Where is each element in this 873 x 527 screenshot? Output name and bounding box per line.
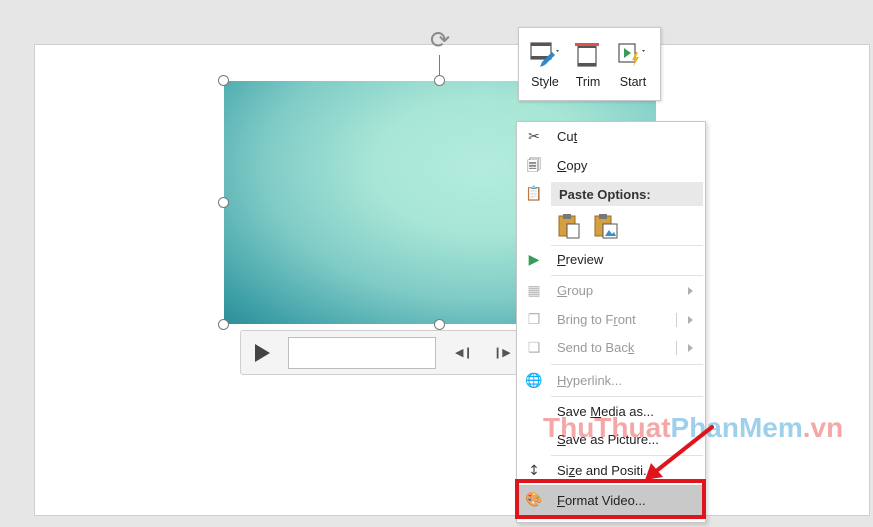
start-label: Start: [619, 75, 647, 89]
submenu-arrow-icon: [688, 287, 693, 295]
menu-item-label: Bring to Front: [557, 312, 636, 327]
menu-item-bring-to-front[interactable]: ❒ Bring to Front: [517, 306, 705, 334]
context-menu: ✂ Cut 🗐 Copy 📋 Paste Options: ▶ Preview …: [516, 121, 706, 523]
group-icon: ▦: [527, 283, 541, 299]
watermark: ThuThuatPhanMem.vn: [543, 412, 844, 443]
highlight-box: [515, 479, 706, 519]
menu-item-label: Send to Back: [557, 340, 635, 355]
menu-item-label: Copy: [557, 158, 588, 173]
menu-separator: [551, 364, 703, 365]
rotate-handle-icon[interactable]: ⟳: [427, 27, 453, 53]
menu-item-label: Size and Positi...: [557, 463, 654, 478]
resize-handle-bottom-left[interactable]: [218, 319, 229, 330]
clipboard-icon: 📋: [525, 186, 543, 202]
trim-label: Trim: [575, 75, 601, 89]
menu-item-hyperlink[interactable]: 🌐 Hyperlink...: [517, 367, 705, 395]
media-player-bar: ◀❙ ❙▶: [240, 330, 530, 375]
menu-item-label: Cut: [557, 129, 578, 144]
menu-separator: [551, 455, 703, 456]
resize-handle-left[interactable]: [218, 197, 229, 208]
trim-button[interactable]: Trim: [567, 34, 609, 96]
paste-options-header: Paste Options:: [551, 182, 703, 206]
paste-as-picture-icon[interactable]: [593, 212, 619, 240]
step-back-icon[interactable]: ◀❙: [455, 346, 473, 359]
menu-item-copy[interactable]: 🗐 Copy: [517, 152, 705, 180]
submenu-arrow-icon[interactable]: [688, 316, 693, 324]
resize-handle-top-left[interactable]: [218, 75, 229, 86]
start-button[interactable]: Start: [612, 34, 654, 96]
menu-separator: [551, 396, 703, 397]
mini-toolbar: Style Trim Start: [518, 27, 661, 101]
start-playback-icon: [618, 43, 645, 67]
bring-to-front-icon: ❒: [527, 312, 541, 328]
hyperlink-icon: 🌐: [525, 373, 543, 389]
video-style-icon: [530, 42, 559, 67]
menu-item-group[interactable]: ▦ Group: [517, 277, 705, 305]
trim-video-icon: [575, 43, 599, 67]
size-position-icon: ↕: [528, 463, 540, 479]
send-to-back-icon: ❑: [527, 340, 541, 356]
menu-item-label: Hyperlink...: [557, 373, 623, 388]
scissors-icon: ✂: [528, 129, 540, 145]
paste-keep-formatting-icon[interactable]: [557, 212, 581, 240]
style-label: Style: [531, 75, 559, 89]
menu-item-cut[interactable]: ✂ Cut: [517, 123, 705, 151]
resize-handle-bottom[interactable]: [434, 319, 445, 330]
submenu-arrow-icon[interactable]: [688, 344, 693, 352]
seek-bar[interactable]: [288, 337, 436, 369]
menu-separator: [551, 275, 703, 276]
play-preview-icon: ▶: [528, 252, 540, 268]
split-divider: [676, 313, 677, 327]
menu-item-label: Preview: [557, 252, 604, 267]
menu-item-preview[interactable]: ▶ Preview: [517, 246, 705, 274]
copy-icon: 🗐: [527, 158, 541, 174]
step-forward-icon[interactable]: ❙▶: [493, 346, 511, 359]
rotation-stem: [439, 55, 440, 77]
menu-item-label: Group: [557, 283, 594, 298]
play-icon[interactable]: [255, 344, 270, 362]
menu-item-send-to-back[interactable]: ❑ Send to Back: [517, 334, 705, 362]
split-divider: [676, 341, 677, 355]
resize-handle-top[interactable]: [434, 75, 445, 86]
style-button[interactable]: Style: [524, 34, 566, 96]
